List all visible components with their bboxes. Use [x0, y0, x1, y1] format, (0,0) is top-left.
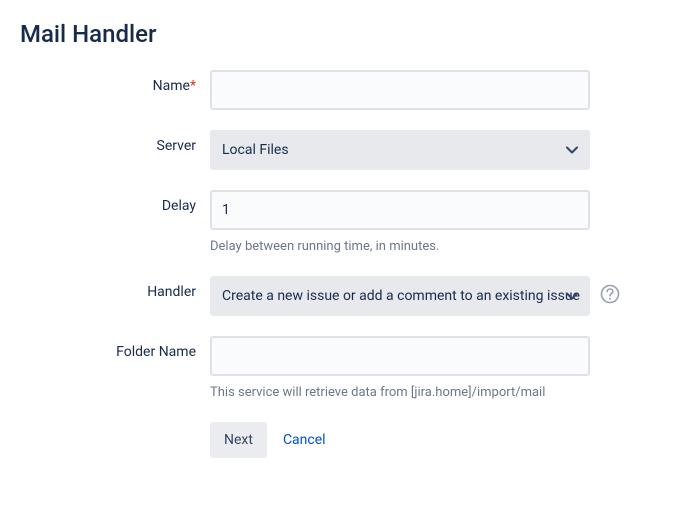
- label-delay: Delay: [20, 190, 210, 214]
- handler-selected-value: Create a new issue or add a comment to a…: [222, 288, 580, 304]
- server-selected-value: Local Files: [222, 142, 289, 158]
- name-label-text: Name: [153, 78, 190, 94]
- page-title: Mail Handler: [20, 20, 669, 48]
- row-folder: Folder Name This service will retrieve d…: [20, 336, 669, 402]
- row-handler: Handler Create a new issue or add a comm…: [20, 276, 669, 316]
- folder-help-text: This service will retrieve data from [ji…: [210, 384, 590, 402]
- next-button[interactable]: Next: [210, 422, 267, 458]
- server-select[interactable]: Local Files: [210, 130, 590, 170]
- delay-input[interactable]: [210, 190, 590, 230]
- row-server: Server Local Files: [20, 130, 669, 170]
- delay-help-text: Delay between running time, in minutes.: [210, 238, 590, 256]
- label-name: Name*: [20, 70, 210, 94]
- cancel-button[interactable]: Cancel: [283, 422, 326, 458]
- required-asterisk: *: [190, 78, 196, 94]
- row-buttons: Next Cancel: [20, 422, 669, 458]
- label-folder: Folder Name: [20, 336, 210, 360]
- row-delay: Delay Delay between running time, in min…: [20, 190, 669, 256]
- row-name: Name*: [20, 70, 669, 110]
- help-icon[interactable]: [600, 284, 620, 308]
- label-handler: Handler: [20, 276, 210, 300]
- name-input[interactable]: [210, 70, 590, 110]
- folder-input[interactable]: [210, 336, 590, 376]
- handler-select[interactable]: Create a new issue or add a comment to a…: [210, 276, 590, 316]
- label-server: Server: [20, 130, 210, 154]
